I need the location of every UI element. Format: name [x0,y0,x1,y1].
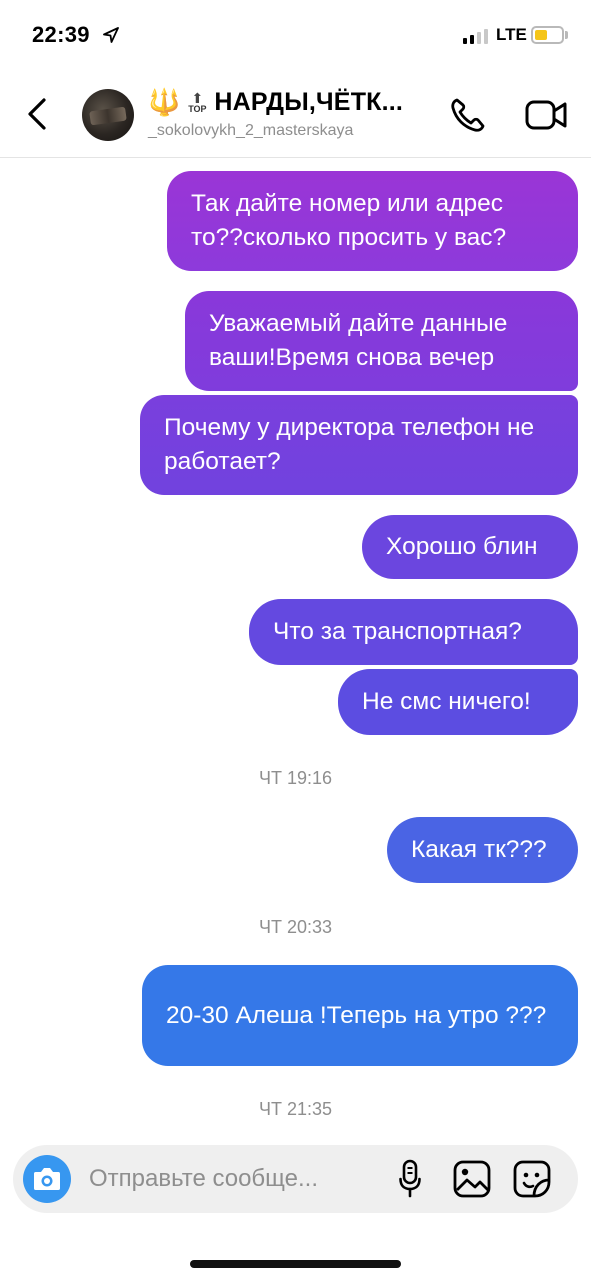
timestamp-label: ЧТ 19:16 [258,768,333,788]
message-bubble[interactable]: 20-30 Алеша !Теперь на утро ??? [142,965,578,1066]
location-arrow-icon [103,27,119,43]
avatar[interactable] [82,89,134,141]
chat-title-text: НАРДЫ,ЧЁТК... [214,87,404,116]
phone-icon[interactable] [448,95,488,135]
network-label: LTE [496,25,527,44]
home-indicator[interactable] [190,1260,401,1268]
signal-icon [463,28,489,44]
message-text: 20-30 Алеша !Теперь на утро ??? [166,1001,547,1029]
message-text: Не смс ничего! [362,688,531,715]
message-text: Хорошо блин [386,533,538,560]
chat-username[interactable]: _sokolovykh_2_masterskaya [148,122,353,140]
trident-emoji-icon: 🔱 [148,87,181,117]
message-text: Так дайте номер или адрес то??сколько пр… [191,190,507,251]
message-text: Что за транспортная? [273,618,522,645]
message-bubble[interactable]: Уважаемый дайте данные ваши!Время снова … [185,291,578,391]
chat-header: 🔱 ⬆ TOP НАРДЫ,ЧЁТК... _sokolovykh_2_mast… [0,70,591,158]
message-text: Уважаемый дайте данные ваши!Время снова … [209,310,508,371]
chat-title[interactable]: 🔱 ⬆ TOP НАРДЫ,ЧЁТК... [148,84,403,120]
message-text: Почему у директора телефон не работает? [164,414,535,475]
timestamp-label: ЧТ 20:33 [258,917,333,937]
status-bar: 22:39 LTE [0,0,591,70]
video-camera-icon[interactable] [524,97,568,133]
image-icon[interactable] [453,1160,491,1198]
timestamp-label: ЧТ 21:35 [258,1099,333,1119]
chevron-left-icon[interactable] [22,94,54,134]
message-input[interactable] [89,1145,389,1213]
message-bubble[interactable]: Не смс ничего! [338,669,578,735]
message-text: Какая тк??? [411,836,547,863]
top-arrow-icon: ⬆ TOP [188,89,207,114]
message-bubble[interactable]: Хорошо блин [362,515,578,579]
message-composer [13,1145,578,1213]
battery-icon [531,26,564,44]
sticker-icon[interactable] [513,1160,551,1198]
message-bubble[interactable]: Что за транспортная? [249,599,578,665]
message-bubble[interactable]: Какая тк??? [387,817,578,883]
camera-icon[interactable] [23,1155,71,1203]
microphone-icon[interactable] [399,1159,421,1199]
status-time: 22:39 [32,22,90,47]
message-bubble[interactable]: Почему у директора телефон не работает? [140,395,578,495]
message-bubble[interactable]: Так дайте номер или адрес то??сколько пр… [167,171,578,271]
